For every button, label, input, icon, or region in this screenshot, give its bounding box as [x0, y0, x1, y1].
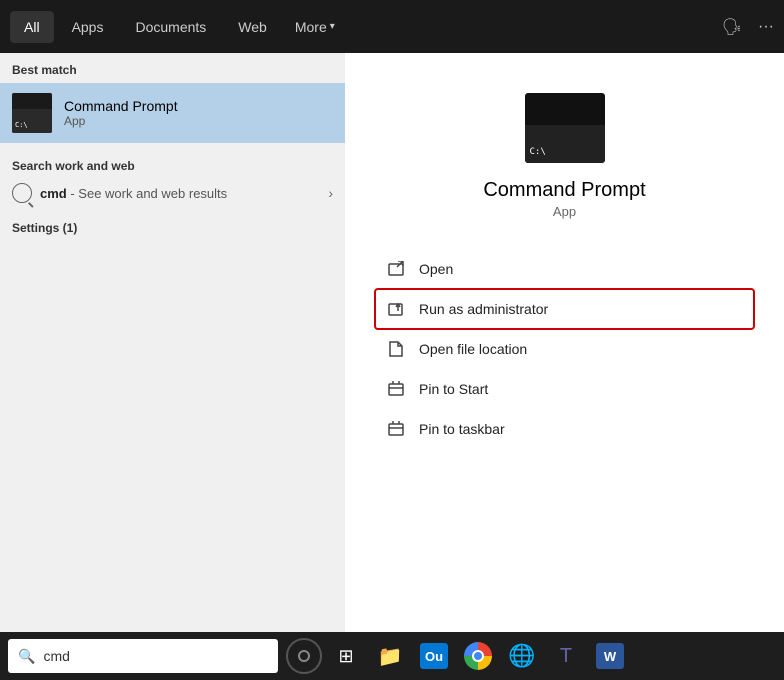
search-circle-icon — [12, 183, 32, 203]
open-file-location-label: Open file location — [419, 341, 527, 357]
outlook-icon: Ou — [420, 643, 448, 669]
search-bar-icon: 🔍 — [18, 648, 35, 665]
more-dots-icon[interactable]: ··· — [758, 18, 774, 36]
edge-button[interactable]: 🌐 — [502, 636, 542, 676]
taskbar: 🔍 cmd ⊞ 📁 Ou 🌐 T W — [0, 632, 784, 680]
pin-start-label: Pin to Start — [419, 381, 488, 397]
file-explorer-button[interactable]: 📁 — [370, 636, 410, 676]
admin-icon — [387, 299, 407, 319]
pin-taskbar-label: Pin to taskbar — [419, 421, 505, 437]
action-list: Open Run as administrator — [375, 249, 754, 449]
chrome-button[interactable] — [458, 636, 498, 676]
left-panel: Best match Command Prompt App Search wor… — [0, 53, 345, 632]
edge-icon: 🌐 — [508, 643, 535, 669]
app-name: Command Prompt — [64, 98, 178, 114]
open-icon — [387, 259, 407, 279]
taskbar-search-text: cmd — [43, 648, 69, 664]
file-explorer-icon: 📁 — [378, 644, 403, 669]
tab-apps[interactable]: Apps — [58, 11, 118, 43]
tab-all[interactable]: All — [10, 11, 54, 43]
word-icon: W — [596, 643, 624, 669]
app-type: App — [64, 114, 178, 128]
right-app-header: Command Prompt App — [375, 93, 754, 219]
teams-icon: T — [560, 645, 572, 668]
pin-taskbar-icon — [387, 419, 407, 439]
action-pin-taskbar[interactable]: Pin to taskbar — [375, 409, 754, 449]
run-as-admin-label: Run as administrator — [419, 301, 548, 317]
taskbar-search-bar[interactable]: 🔍 cmd — [8, 639, 278, 673]
outlook-button[interactable]: Ou — [414, 636, 454, 676]
top-navigation: All Apps Documents Web More ▾ 🗣 ··· — [0, 0, 784, 53]
tab-documents[interactable]: Documents — [121, 11, 220, 43]
chevron-right-icon: › — [328, 185, 333, 201]
action-run-as-admin[interactable]: Run as administrator — [375, 289, 754, 329]
action-open-file-location[interactable]: Open file location — [375, 329, 754, 369]
person-icon[interactable]: 🗣 — [722, 17, 742, 37]
search-web-row[interactable]: cmd - See work and web results › — [12, 177, 333, 209]
tab-web[interactable]: Web — [224, 11, 281, 43]
right-panel: Command Prompt App Open — [345, 53, 784, 632]
word-button[interactable]: W — [590, 636, 630, 676]
pin-start-icon — [387, 379, 407, 399]
teams-button[interactable]: T — [546, 636, 586, 676]
nav-right-icons: 🗣 ··· — [722, 17, 774, 37]
settings-label: Settings (1) — [0, 213, 345, 243]
best-match-label: Best match — [0, 53, 345, 83]
app-title-group: Command Prompt App — [64, 98, 178, 128]
main-layout: Best match Command Prompt App Search wor… — [0, 53, 784, 632]
cmd-app-icon — [12, 93, 52, 133]
task-view-icon: ⊞ — [338, 646, 353, 667]
open-label: Open — [419, 261, 453, 277]
right-app-type: App — [553, 204, 576, 219]
action-pin-start[interactable]: Pin to Start — [375, 369, 754, 409]
search-web-label: Search work and web — [12, 153, 333, 177]
chrome-icon — [464, 642, 492, 670]
search-web-section: Search work and web cmd - See work and w… — [0, 143, 345, 213]
best-match-item[interactable]: Command Prompt App — [0, 83, 345, 143]
search-web-text: cmd - See work and web results — [40, 186, 227, 201]
right-app-name: Command Prompt — [483, 179, 645, 202]
cortana-inner-circle — [298, 650, 310, 662]
action-open[interactable]: Open — [375, 249, 754, 289]
tab-more[interactable]: More ▾ — [285, 11, 345, 43]
task-view-button[interactable]: ⊞ — [326, 636, 366, 676]
cortana-button[interactable] — [286, 638, 322, 674]
file-location-icon — [387, 339, 407, 359]
right-cmd-icon — [525, 93, 605, 163]
chevron-down-icon: ▾ — [330, 21, 335, 32]
